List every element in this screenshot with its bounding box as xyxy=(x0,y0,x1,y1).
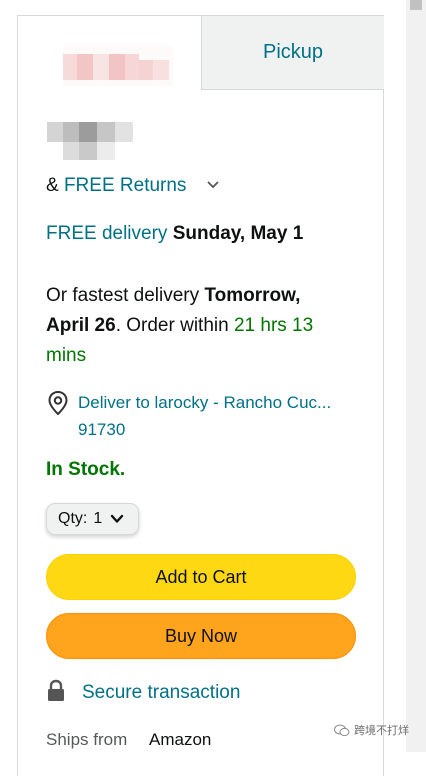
in-stock-status: In Stock. xyxy=(46,459,126,480)
fastest-prefix: Or fastest delivery xyxy=(46,285,205,306)
add-to-cart-button[interactable]: Add to Cart xyxy=(46,554,356,600)
lock-icon xyxy=(48,679,64,701)
tab-pickup-label: Pickup xyxy=(262,41,324,63)
fastest-date-line2: April 26 xyxy=(46,315,116,336)
watermark-text: 跨境不打烊 xyxy=(354,725,409,737)
watermark: 跨境不打烊 xyxy=(334,722,409,738)
location-pin-icon xyxy=(48,391,68,415)
deliver-to-line1: Deliver to larocky - Rancho Cuc... xyxy=(78,393,332,412)
tab-delivery[interactable] xyxy=(18,16,201,90)
chevron-down-icon[interactable] xyxy=(206,180,220,190)
returns-line: & FREE Returns xyxy=(46,171,186,201)
blurred-image xyxy=(45,106,140,166)
quantity-dropdown[interactable]: Qty: 1 xyxy=(46,503,139,535)
ships-from-value: Amazon xyxy=(149,730,212,749)
qty-value: 1 xyxy=(93,510,103,527)
blurred-price xyxy=(63,46,173,86)
countdown-line1: 21 hrs 13 xyxy=(233,315,314,336)
secure-transaction-link[interactable]: Secure transaction xyxy=(82,678,240,708)
deliver-to-link[interactable]: Deliver to larocky - Rancho Cuc... 91730 xyxy=(78,389,331,443)
free-delivery-link[interactable]: FREE delivery xyxy=(46,223,173,244)
buy-box-panel: Pickup & FREE Returns FREE delivery Sund… xyxy=(17,15,384,776)
free-returns-link[interactable]: FREE Returns xyxy=(64,175,186,196)
countdown-line2: mins xyxy=(46,345,87,366)
free-delivery-date: Sunday, May 1 xyxy=(172,223,304,244)
scrollbar-thumb[interactable] xyxy=(410,0,422,10)
chevron-down-icon xyxy=(111,514,124,523)
free-delivery-line: FREE delivery Sunday, May 1 xyxy=(46,219,303,249)
add-to-cart-label: Add to Cart xyxy=(155,566,247,587)
fastest-delivery-block: Or fastest delivery Tomorrow, April 26. … xyxy=(46,281,366,371)
delivery-method-tabs: Pickup xyxy=(18,16,384,90)
qty-label: Qty: xyxy=(58,510,88,527)
deliver-to-line2: 91730 xyxy=(78,420,126,439)
buy-now-label: Buy Now xyxy=(164,625,238,646)
ships-from-label: Ships from xyxy=(46,730,128,749)
order-within-text: . Order within xyxy=(115,315,234,336)
vertical-scrollbar[interactable] xyxy=(406,0,426,752)
fastest-date-line1: Tomorrow, xyxy=(204,285,301,306)
wechat-icon xyxy=(334,724,350,736)
buy-now-button[interactable]: Buy Now xyxy=(46,613,356,659)
returns-prefix: & xyxy=(46,175,64,196)
tab-pickup[interactable]: Pickup xyxy=(201,16,384,90)
